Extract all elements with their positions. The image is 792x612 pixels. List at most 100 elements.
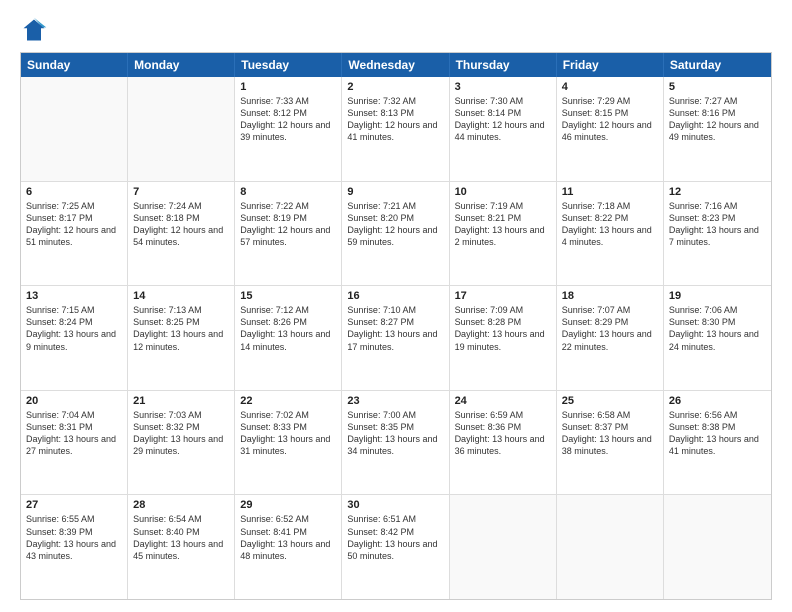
- day-cell-15: 15Sunrise: 7:12 AMSunset: 8:26 PMDayligh…: [235, 286, 342, 390]
- day-number: 16: [347, 290, 443, 302]
- header: [20, 16, 772, 44]
- day-number: 10: [455, 186, 551, 198]
- sun-info: Sunrise: 7:02 AMSunset: 8:33 PMDaylight:…: [240, 409, 336, 458]
- logo-icon: [20, 16, 48, 44]
- day-cell-23: 23 Sunrise: 7:00 AMSunset: 8:35 PMDayligh…: [342, 391, 449, 495]
- day-cell-28: 28 Sunrise: 6:54 AMSunset: 8:40 PMDayligh…: [128, 495, 235, 599]
- day-cell-9: 9 Sunrise: 7:21 AMSunset: 8:20 PMDaylight…: [342, 182, 449, 286]
- sun-info: Sunrise: 7:18 AMSunset: 8:22 PMDaylight:…: [562, 200, 658, 249]
- day-cell-2: 2 Sunrise: 7:32 AMSunset: 8:13 PMDaylight…: [342, 77, 449, 181]
- day-cell-13: 13 Sunrise: 7:15 AMSunset: 8:24 PMDayligh…: [21, 286, 128, 390]
- day-number: 3: [455, 81, 551, 93]
- sun-info: Sunrise: 7:04 AMSunset: 8:31 PMDaylight:…: [26, 409, 122, 458]
- day-cell-26: 26Sunrise: 6:56 AMSunset: 8:38 PMDayligh…: [664, 391, 771, 495]
- day-number: 28: [133, 499, 229, 511]
- calendar: SundayMondayTuesdayWednesdayThursdayFrid…: [20, 52, 772, 600]
- sun-info: Sunrise: 7:12 AMSunset: 8:26 PMDaylight:…: [240, 304, 336, 353]
- sun-info: Sunrise: 7:21 AMSunset: 8:20 PMDaylight:…: [347, 200, 443, 249]
- day-cell-12: 12 Sunrise: 7:16 AMSunset: 8:23 PMDayligh…: [664, 182, 771, 286]
- day-number: 1: [240, 81, 336, 93]
- day-header-saturday: Saturday: [664, 53, 771, 77]
- day-number: 17: [455, 290, 551, 302]
- day-cell-5: 5 Sunrise: 7:27 AMSunset: 8:16 PMDaylight…: [664, 77, 771, 181]
- day-cell-27: 27 Sunrise: 6:55 AMSunset: 8:39 PMDayligh…: [21, 495, 128, 599]
- sun-info: Sunrise: 6:51 AMSunset: 8:42 PMDaylight:…: [347, 513, 443, 562]
- day-header-wednesday: Wednesday: [342, 53, 449, 77]
- day-number: 23: [347, 395, 443, 407]
- day-number: 8: [240, 186, 336, 198]
- day-number: 24: [455, 395, 551, 407]
- day-number: 2: [347, 81, 443, 93]
- day-number: 27: [26, 499, 122, 511]
- sun-info: Sunrise: 7:24 AMSunset: 8:18 PMDaylight:…: [133, 200, 229, 249]
- sun-info: Sunrise: 7:19 AMSunset: 8:21 PMDaylight:…: [455, 200, 551, 249]
- day-number: 22: [240, 395, 336, 407]
- sun-info: Sunrise: 7:33 AMSunset: 8:12 PMDaylight:…: [240, 95, 336, 144]
- sun-info: Sunrise: 7:13 AMSunset: 8:25 PMDaylight:…: [133, 304, 229, 353]
- calendar-row-2: 6Sunrise: 7:25 AMSunset: 8:17 PMDaylight…: [21, 182, 771, 287]
- sun-info: Sunrise: 6:55 AMSunset: 8:39 PMDaylight:…: [26, 513, 122, 562]
- day-cell-3: 3 Sunrise: 7:30 AMSunset: 8:14 PMDaylight…: [450, 77, 557, 181]
- day-cell-22: 22 Sunrise: 7:02 AMSunset: 8:33 PMDayligh…: [235, 391, 342, 495]
- sun-info: Sunrise: 7:06 AMSunset: 8:30 PMDaylight:…: [669, 304, 766, 353]
- day-cell-7: 7Sunrise: 7:24 AMSunset: 8:18 PMDaylight…: [128, 182, 235, 286]
- day-number: 5: [669, 81, 766, 93]
- day-number: 29: [240, 499, 336, 511]
- day-header-thursday: Thursday: [450, 53, 557, 77]
- calendar-row-4: 20Sunrise: 7:04 AMSunset: 8:31 PMDayligh…: [21, 391, 771, 496]
- sun-info: Sunrise: 7:09 AMSunset: 8:28 PMDaylight:…: [455, 304, 551, 353]
- sun-info: Sunrise: 7:29 AMSunset: 8:15 PMDaylight:…: [562, 95, 658, 144]
- day-cell-4: 4 Sunrise: 7:29 AMSunset: 8:15 PMDaylight…: [557, 77, 664, 181]
- day-number: 13: [26, 290, 122, 302]
- sun-info: Sunrise: 7:15 AMSunset: 8:24 PMDaylight:…: [26, 304, 122, 353]
- day-number: 11: [562, 186, 658, 198]
- day-cell-8: 8Sunrise: 7:22 AMSunset: 8:19 PMDaylight…: [235, 182, 342, 286]
- day-number: 9: [347, 186, 443, 198]
- day-cell-20: 20Sunrise: 7:04 AMSunset: 8:31 PMDayligh…: [21, 391, 128, 495]
- day-cell-14: 14 Sunrise: 7:13 AMSunset: 8:25 PMDayligh…: [128, 286, 235, 390]
- calendar-row-5: 27 Sunrise: 6:55 AMSunset: 8:39 PMDayligh…: [21, 495, 771, 599]
- day-cell-17: 17 Sunrise: 7:09 AMSunset: 8:28 PMDayligh…: [450, 286, 557, 390]
- day-cell-16: 16 Sunrise: 7:10 AMSunset: 8:27 PMDayligh…: [342, 286, 449, 390]
- day-header-tuesday: Tuesday: [235, 53, 342, 77]
- day-number: 21: [133, 395, 229, 407]
- sun-info: Sunrise: 6:58 AMSunset: 8:37 PMDaylight:…: [562, 409, 658, 458]
- day-header-sunday: Sunday: [21, 53, 128, 77]
- sun-info: Sunrise: 7:00 AMSunset: 8:35 PMDaylight:…: [347, 409, 443, 458]
- day-number: 30: [347, 499, 443, 511]
- day-cell-25: 25 Sunrise: 6:58 AMSunset: 8:37 PMDayligh…: [557, 391, 664, 495]
- logo: [20, 16, 52, 44]
- sun-info: Sunrise: 7:10 AMSunset: 8:27 PMDaylight:…: [347, 304, 443, 353]
- sun-info: Sunrise: 6:59 AMSunset: 8:36 PMDaylight:…: [455, 409, 551, 458]
- empty-cell: [557, 495, 664, 599]
- day-number: 18: [562, 290, 658, 302]
- sun-info: Sunrise: 7:07 AMSunset: 8:29 PMDaylight:…: [562, 304, 658, 353]
- sun-info: Sunrise: 7:16 AMSunset: 8:23 PMDaylight:…: [669, 200, 766, 249]
- sun-info: Sunrise: 7:32 AMSunset: 8:13 PMDaylight:…: [347, 95, 443, 144]
- sun-info: Sunrise: 6:54 AMSunset: 8:40 PMDaylight:…: [133, 513, 229, 562]
- calendar-body: 1 Sunrise: 7:33 AMSunset: 8:12 PMDaylight…: [21, 77, 771, 599]
- day-header-monday: Monday: [128, 53, 235, 77]
- day-cell-18: 18 Sunrise: 7:07 AMSunset: 8:29 PMDayligh…: [557, 286, 664, 390]
- day-cell-30: 30 Sunrise: 6:51 AMSunset: 8:42 PMDayligh…: [342, 495, 449, 599]
- sun-info: Sunrise: 7:25 AMSunset: 8:17 PMDaylight:…: [26, 200, 122, 249]
- sun-info: Sunrise: 7:30 AMSunset: 8:14 PMDaylight:…: [455, 95, 551, 144]
- sun-info: Sunrise: 7:03 AMSunset: 8:32 PMDaylight:…: [133, 409, 229, 458]
- sun-info: Sunrise: 6:52 AMSunset: 8:41 PMDaylight:…: [240, 513, 336, 562]
- day-number: 4: [562, 81, 658, 93]
- day-number: 14: [133, 290, 229, 302]
- day-cell-11: 11 Sunrise: 7:18 AMSunset: 8:22 PMDayligh…: [557, 182, 664, 286]
- page: SundayMondayTuesdayWednesdayThursdayFrid…: [0, 0, 792, 612]
- sun-info: Sunrise: 7:27 AMSunset: 8:16 PMDaylight:…: [669, 95, 766, 144]
- day-number: 25: [562, 395, 658, 407]
- day-cell-29: 29 Sunrise: 6:52 AMSunset: 8:41 PMDayligh…: [235, 495, 342, 599]
- empty-cell: [128, 77, 235, 181]
- day-number: 19: [669, 290, 766, 302]
- calendar-row-3: 13 Sunrise: 7:15 AMSunset: 8:24 PMDayligh…: [21, 286, 771, 391]
- day-cell-6: 6Sunrise: 7:25 AMSunset: 8:17 PMDaylight…: [21, 182, 128, 286]
- day-number: 12: [669, 186, 766, 198]
- day-cell-24: 24 Sunrise: 6:59 AMSunset: 8:36 PMDayligh…: [450, 391, 557, 495]
- empty-cell: [21, 77, 128, 181]
- day-header-friday: Friday: [557, 53, 664, 77]
- day-cell-10: 10 Sunrise: 7:19 AMSunset: 8:21 PMDayligh…: [450, 182, 557, 286]
